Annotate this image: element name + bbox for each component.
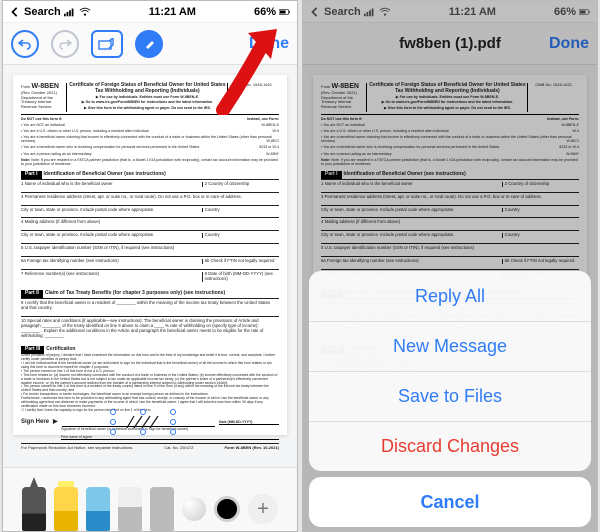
marker-tool[interactable] bbox=[54, 487, 78, 531]
preview-toolbar: fw8ben (1).pdf Done bbox=[303, 23, 597, 65]
ruler-tool[interactable] bbox=[182, 497, 206, 521]
eraser-tool[interactable] bbox=[118, 487, 142, 531]
selection-handle[interactable] bbox=[170, 429, 176, 435]
selection-handle[interactable] bbox=[170, 409, 176, 415]
status-time: 11:21 AM bbox=[449, 6, 496, 18]
file-title: fw8ben (1).pdf bbox=[351, 35, 549, 52]
color-picker[interactable] bbox=[214, 496, 240, 522]
done-link[interactable]: Done bbox=[549, 35, 589, 53]
markup-tools-button[interactable] bbox=[135, 30, 163, 58]
action-sheet: Reply All New Message Save to Files Disc… bbox=[309, 271, 591, 527]
redo-button[interactable] bbox=[51, 30, 79, 58]
status-bar: Search 11:21 AM 66% bbox=[303, 1, 597, 23]
action-save-to-files[interactable]: Save to Files bbox=[309, 371, 591, 421]
wifi-icon bbox=[379, 7, 391, 17]
signal-icon bbox=[364, 7, 376, 17]
selection-handle[interactable] bbox=[110, 429, 116, 435]
selection-handle[interactable] bbox=[110, 409, 116, 415]
action-discard-changes[interactable]: Discard Changes bbox=[309, 421, 591, 471]
status-battery-pct: 66% bbox=[554, 6, 576, 18]
action-cancel[interactable]: Cancel bbox=[309, 477, 591, 527]
battery-icon bbox=[279, 7, 291, 17]
add-annotation-button[interactable]: + bbox=[248, 494, 278, 524]
lasso-tool[interactable] bbox=[150, 487, 174, 531]
signal-icon bbox=[64, 7, 76, 17]
status-back-label[interactable]: Search bbox=[24, 6, 61, 18]
selection-handle[interactable] bbox=[140, 409, 146, 415]
back-chevron-icon bbox=[309, 7, 321, 17]
document-canvas[interactable]: Form W-8BEN(Rev. October 2021)Department… bbox=[3, 65, 297, 467]
action-reply-all[interactable]: Reply All bbox=[309, 271, 591, 321]
back-chevron-icon bbox=[9, 7, 21, 17]
pen-tool[interactable] bbox=[22, 487, 46, 531]
selection-handle[interactable] bbox=[140, 429, 146, 435]
markup-tool-dock: + bbox=[3, 467, 297, 531]
action-new-message[interactable]: New Message bbox=[309, 321, 591, 371]
annotate-button[interactable] bbox=[91, 30, 123, 58]
markup-toolbar: Done bbox=[3, 23, 297, 65]
undo-button[interactable] bbox=[11, 30, 39, 58]
action-sheet-group: Reply All New Message Save to Files Disc… bbox=[309, 271, 591, 471]
highlighter-tool[interactable] bbox=[86, 487, 110, 531]
selection-handle[interactable] bbox=[110, 419, 116, 425]
status-back-label[interactable]: Search bbox=[324, 6, 361, 18]
battery-icon bbox=[579, 7, 591, 17]
status-battery-pct: 66% bbox=[254, 6, 276, 18]
signature-line[interactable] bbox=[62, 419, 215, 427]
wifi-icon bbox=[79, 7, 91, 17]
w8ben-page: Form W-8BEN(Rev. October 2021)Department… bbox=[13, 75, 287, 435]
phone-right-sheet: Search 11:21 AM 66% fw8ben (1).pdf Done … bbox=[302, 0, 598, 532]
status-time: 11:21 AM bbox=[149, 6, 196, 18]
phone-left-markup: Search 11:21 AM 66% Done Form W-8BEN(Rev… bbox=[2, 0, 298, 532]
status-bar: Search 11:21 AM 66% bbox=[3, 1, 297, 23]
done-link[interactable]: Done bbox=[249, 35, 289, 53]
selection-handle[interactable] bbox=[170, 419, 176, 425]
